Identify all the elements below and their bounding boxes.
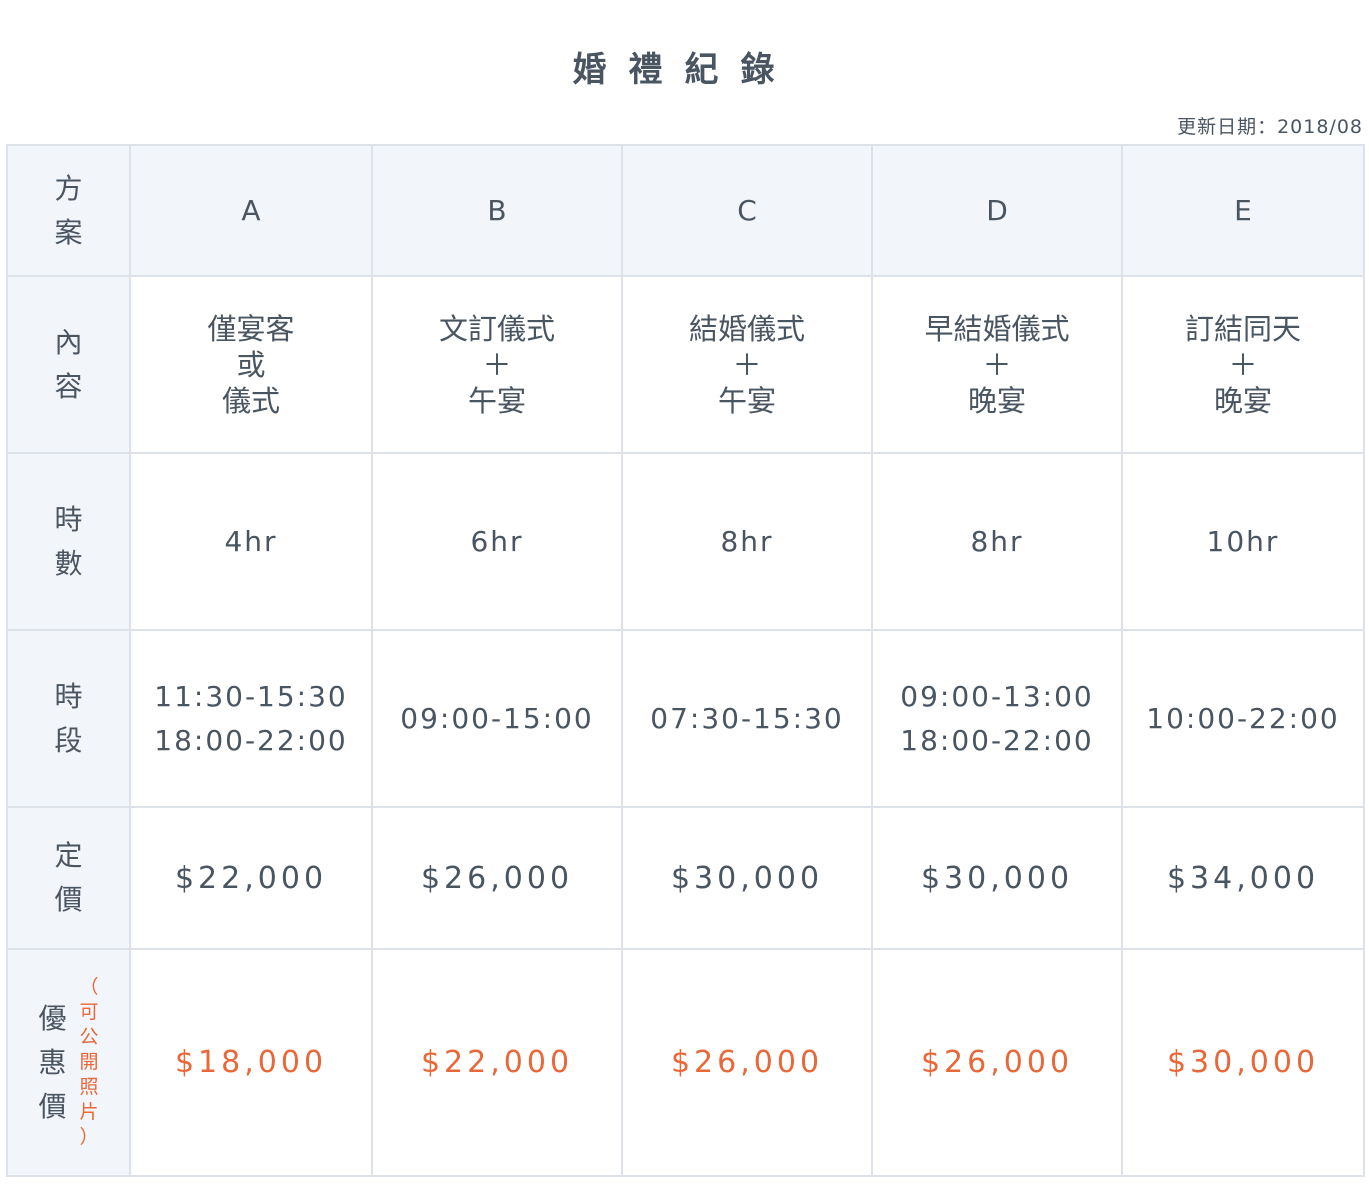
promo-price-row: 優 惠 價 （ 可 公 開 照 片 ） $18,000 $22,000 $26,… xyxy=(6,948,1365,1177)
plan-header-row: 方 案 A B C D E xyxy=(6,144,1365,277)
time-slot-row: 時 段 11:30-15:30 18:00-22:00 09:00-15:00 0… xyxy=(6,629,1365,808)
promo-label-text: 優 惠 價 xyxy=(38,1001,67,1123)
plan-a-price: $22,000 xyxy=(129,806,373,950)
plan-c-price: $30,000 xyxy=(621,806,873,950)
plan-c-promo-price: $26,000 xyxy=(621,948,873,1177)
page-title: 婚禮紀錄 xyxy=(572,50,797,90)
plan-a-header: A xyxy=(129,144,373,277)
plan-d-hours: 8hr xyxy=(871,452,1123,631)
promo-price-label: 優 惠 價 （ 可 公 開 照 片 ） xyxy=(6,948,131,1177)
hours-label: 時 數 xyxy=(6,452,131,631)
plan-c-header: C xyxy=(621,144,873,277)
promo-note: （ 可 公 開 照 片 ） xyxy=(79,976,99,1148)
plan-e-promo-price: $30,000 xyxy=(1121,948,1365,1177)
plan-header-label: 方 案 xyxy=(6,144,131,277)
pricing-table: 方 案 A B C D E 內 容 僅宴客或儀式 文訂儀式＋午宴 結婚儀式＋午宴… xyxy=(6,144,1365,1177)
plan-e-time: 10:00-22:00 xyxy=(1121,629,1365,808)
plan-d-header: D xyxy=(871,144,1123,277)
plan-a-hours: 4hr xyxy=(129,452,373,631)
plan-e-hours: 10hr xyxy=(1121,452,1365,631)
plan-b-header: B xyxy=(371,144,623,277)
plan-d-promo-price: $26,000 xyxy=(871,948,1123,1177)
plan-c-content: 結婚儀式＋午宴 xyxy=(621,275,873,454)
plan-d-time: 09:00-13:00 18:00-22:00 xyxy=(871,629,1123,808)
plan-d-price: $30,000 xyxy=(871,806,1123,950)
time-slot-label: 時 段 xyxy=(6,629,131,808)
plan-b-content: 文訂儀式＋午宴 xyxy=(371,275,623,454)
plan-a-promo-price: $18,000 xyxy=(129,948,373,1177)
plan-e-price: $34,000 xyxy=(1121,806,1365,950)
plan-b-price: $26,000 xyxy=(371,806,623,950)
plan-c-time: 07:30-15:30 xyxy=(621,629,873,808)
content-row: 內 容 僅宴客或儀式 文訂儀式＋午宴 結婚儀式＋午宴 早結婚儀式＋晚宴 訂結同天… xyxy=(6,275,1365,454)
plan-d-content: 早結婚儀式＋晚宴 xyxy=(871,275,1123,454)
list-price-label: 定 價 xyxy=(6,806,131,950)
hours-row: 時 數 4hr 6hr 8hr 8hr 10hr xyxy=(6,452,1365,631)
update-date: 更新日期：2018/08 xyxy=(1177,116,1363,138)
plan-e-content: 訂結同天＋晚宴 xyxy=(1121,275,1365,454)
content-label: 內 容 xyxy=(6,275,131,454)
plan-a-content: 僅宴客或儀式 xyxy=(129,275,373,454)
plan-b-time: 09:00-15:00 xyxy=(371,629,623,808)
plan-a-time: 11:30-15:30 18:00-22:00 xyxy=(129,629,373,808)
plan-b-promo-price: $22,000 xyxy=(371,948,623,1177)
plan-e-header: E xyxy=(1121,144,1365,277)
plan-c-hours: 8hr xyxy=(621,452,873,631)
list-price-row: 定 價 $22,000 $26,000 $30,000 $30,000 $34,… xyxy=(6,806,1365,950)
plan-b-hours: 6hr xyxy=(371,452,623,631)
